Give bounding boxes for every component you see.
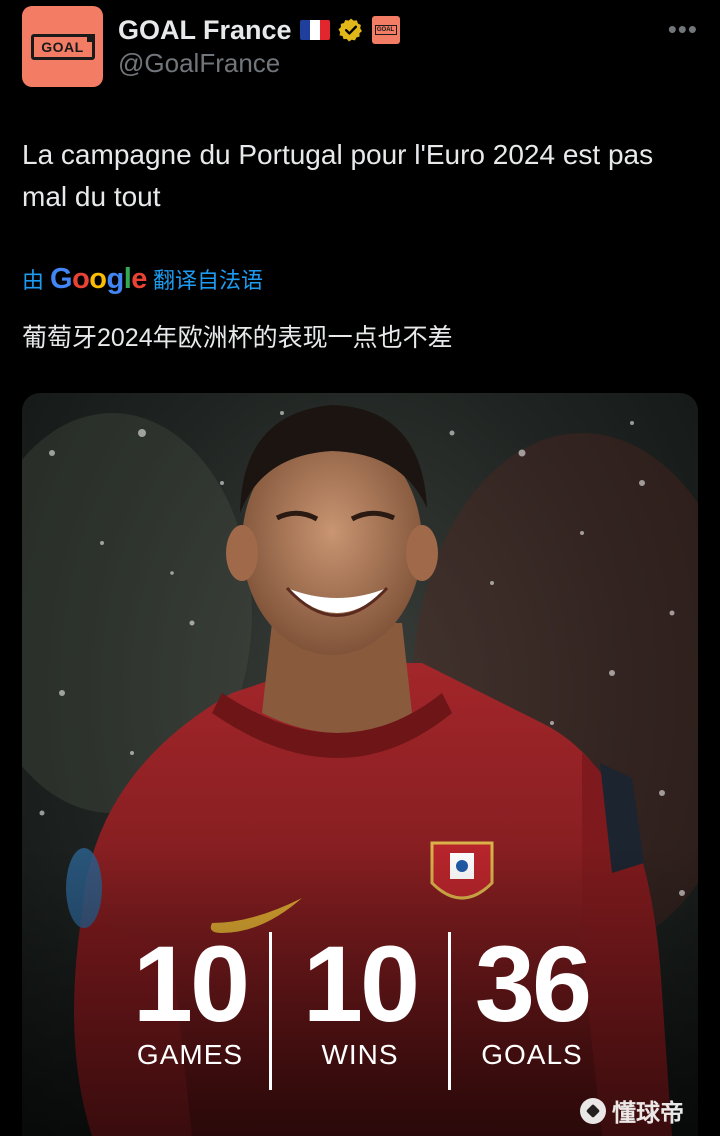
- stat-divider: [269, 932, 272, 1090]
- stat-divider: [448, 932, 451, 1090]
- tweet-text: La campagne du Portugal pour l'Euro 2024…: [22, 139, 654, 212]
- name-row: GOAL France GOAL: [118, 12, 400, 48]
- translate-prefix: 由: [22, 268, 45, 293]
- stat-value: 10: [132, 923, 250, 1044]
- watermark-icon: [580, 1097, 606, 1124]
- verified-badge-icon: [337, 18, 362, 42]
- handle[interactable]: @GoalFrance: [118, 48, 280, 79]
- google-logo: Google: [50, 262, 147, 295]
- stat-label: WINS: [321, 1039, 399, 1070]
- stat-goals: 36 GOALS: [452, 928, 612, 1070]
- stat-value: 36: [474, 923, 592, 1044]
- stat-games: 10 GAMES: [110, 928, 270, 1070]
- more-icon[interactable]: •••: [668, 14, 698, 45]
- stat-label: GAMES: [136, 1039, 244, 1070]
- watermark: 懂球帝: [580, 1093, 684, 1128]
- translate-suffix: 翻译自法语: [152, 268, 263, 293]
- goal-logo: GOAL: [30, 33, 95, 60]
- tweet-media-image[interactable]: 10 GAMES 10 WINS 36 GOALS 懂球帝: [22, 393, 698, 1136]
- translation-attribution[interactable]: 由 Google 翻译自法语: [22, 260, 263, 298]
- affiliate-logo: GOAL: [374, 25, 397, 35]
- stat-label: GOALS: [481, 1039, 583, 1070]
- translated-text: 葡萄牙2024年欧洲杯的表现一点也不差: [22, 324, 453, 352]
- stats-overlay: 10 GAMES 10 WINS 36 GOALS: [22, 928, 698, 1098]
- stat-value: 10: [302, 923, 420, 1044]
- stat-wins: 10 WINS: [280, 928, 440, 1070]
- watermark-text: 懂球帝: [612, 1100, 684, 1127]
- affiliate-badge-icon[interactable]: GOAL: [371, 16, 400, 44]
- france-flag-icon: [299, 20, 330, 40]
- avatar[interactable]: GOAL: [22, 6, 103, 87]
- display-name[interactable]: GOAL France: [118, 15, 292, 46]
